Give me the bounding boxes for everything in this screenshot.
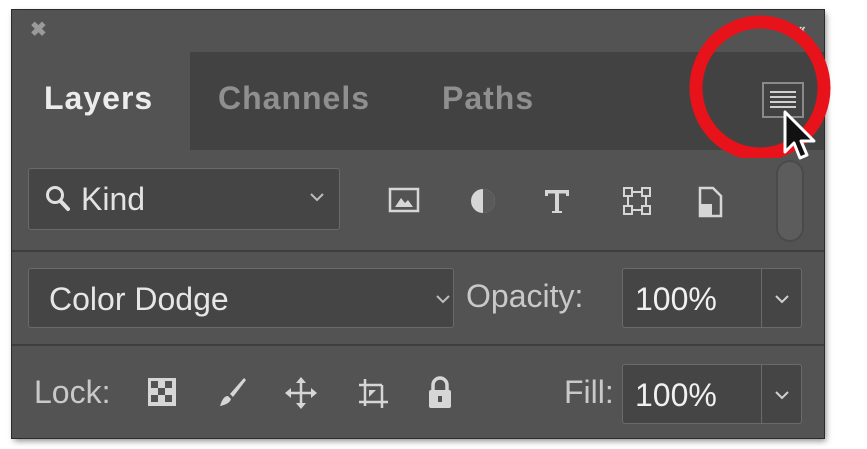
opacity-label: Opacity: [466,278,584,314]
lock-artboard-icon[interactable] [356,376,390,410]
filter-kind-label: Kind [81,181,146,217]
tab-layers[interactable]: Layers [12,52,190,150]
tab-channels[interactable]: Channels [218,52,370,150]
search-icon [46,186,70,211]
fill-label: Fill: [564,374,614,410]
fill-field[interactable]: 100% [622,364,802,424]
adjustment-filter-icon[interactable] [468,186,498,216]
chevron-down-icon [775,295,789,304]
type-filter-icon[interactable] [542,186,572,216]
fill-dropdown-button[interactable] [761,365,801,423]
blend-row: Color Dodge Opacity: 100% [12,252,824,344]
lock-transparent-pixels-icon[interactable] [146,376,178,408]
image-filter-icon[interactable] [388,186,420,214]
opacity-value[interactable]: 100% [635,281,717,318]
chevron-down-icon [310,193,324,202]
lock-all-icon[interactable] [426,376,454,410]
mouse-cursor-icon [783,110,816,160]
filter-kind-select[interactable]: Kind [28,168,340,230]
blend-mode-select[interactable]: Color Dodge [28,268,454,328]
blend-mode-value: Color Dodge [49,281,229,317]
lock-row: Lock: Fill: 100% [12,346,824,438]
lock-position-icon[interactable] [284,376,318,410]
filter-row: Kind [12,150,824,250]
tab-paths[interactable]: Paths [442,52,534,150]
smart-object-filter-icon[interactable] [696,186,724,218]
chevron-down-icon [775,391,789,400]
fill-value[interactable]: 100% [635,377,717,414]
opacity-dropdown-button[interactable] [761,269,801,327]
lock-label: Lock: [34,374,111,410]
filter-toggle-switch[interactable] [776,160,804,242]
close-panel-icon[interactable]: ✖ [30,20,47,40]
shape-filter-icon[interactable] [622,186,652,216]
lock-image-pixels-icon[interactable] [216,376,248,408]
opacity-field[interactable]: 100% [622,268,802,328]
chevron-down-icon [436,295,450,304]
